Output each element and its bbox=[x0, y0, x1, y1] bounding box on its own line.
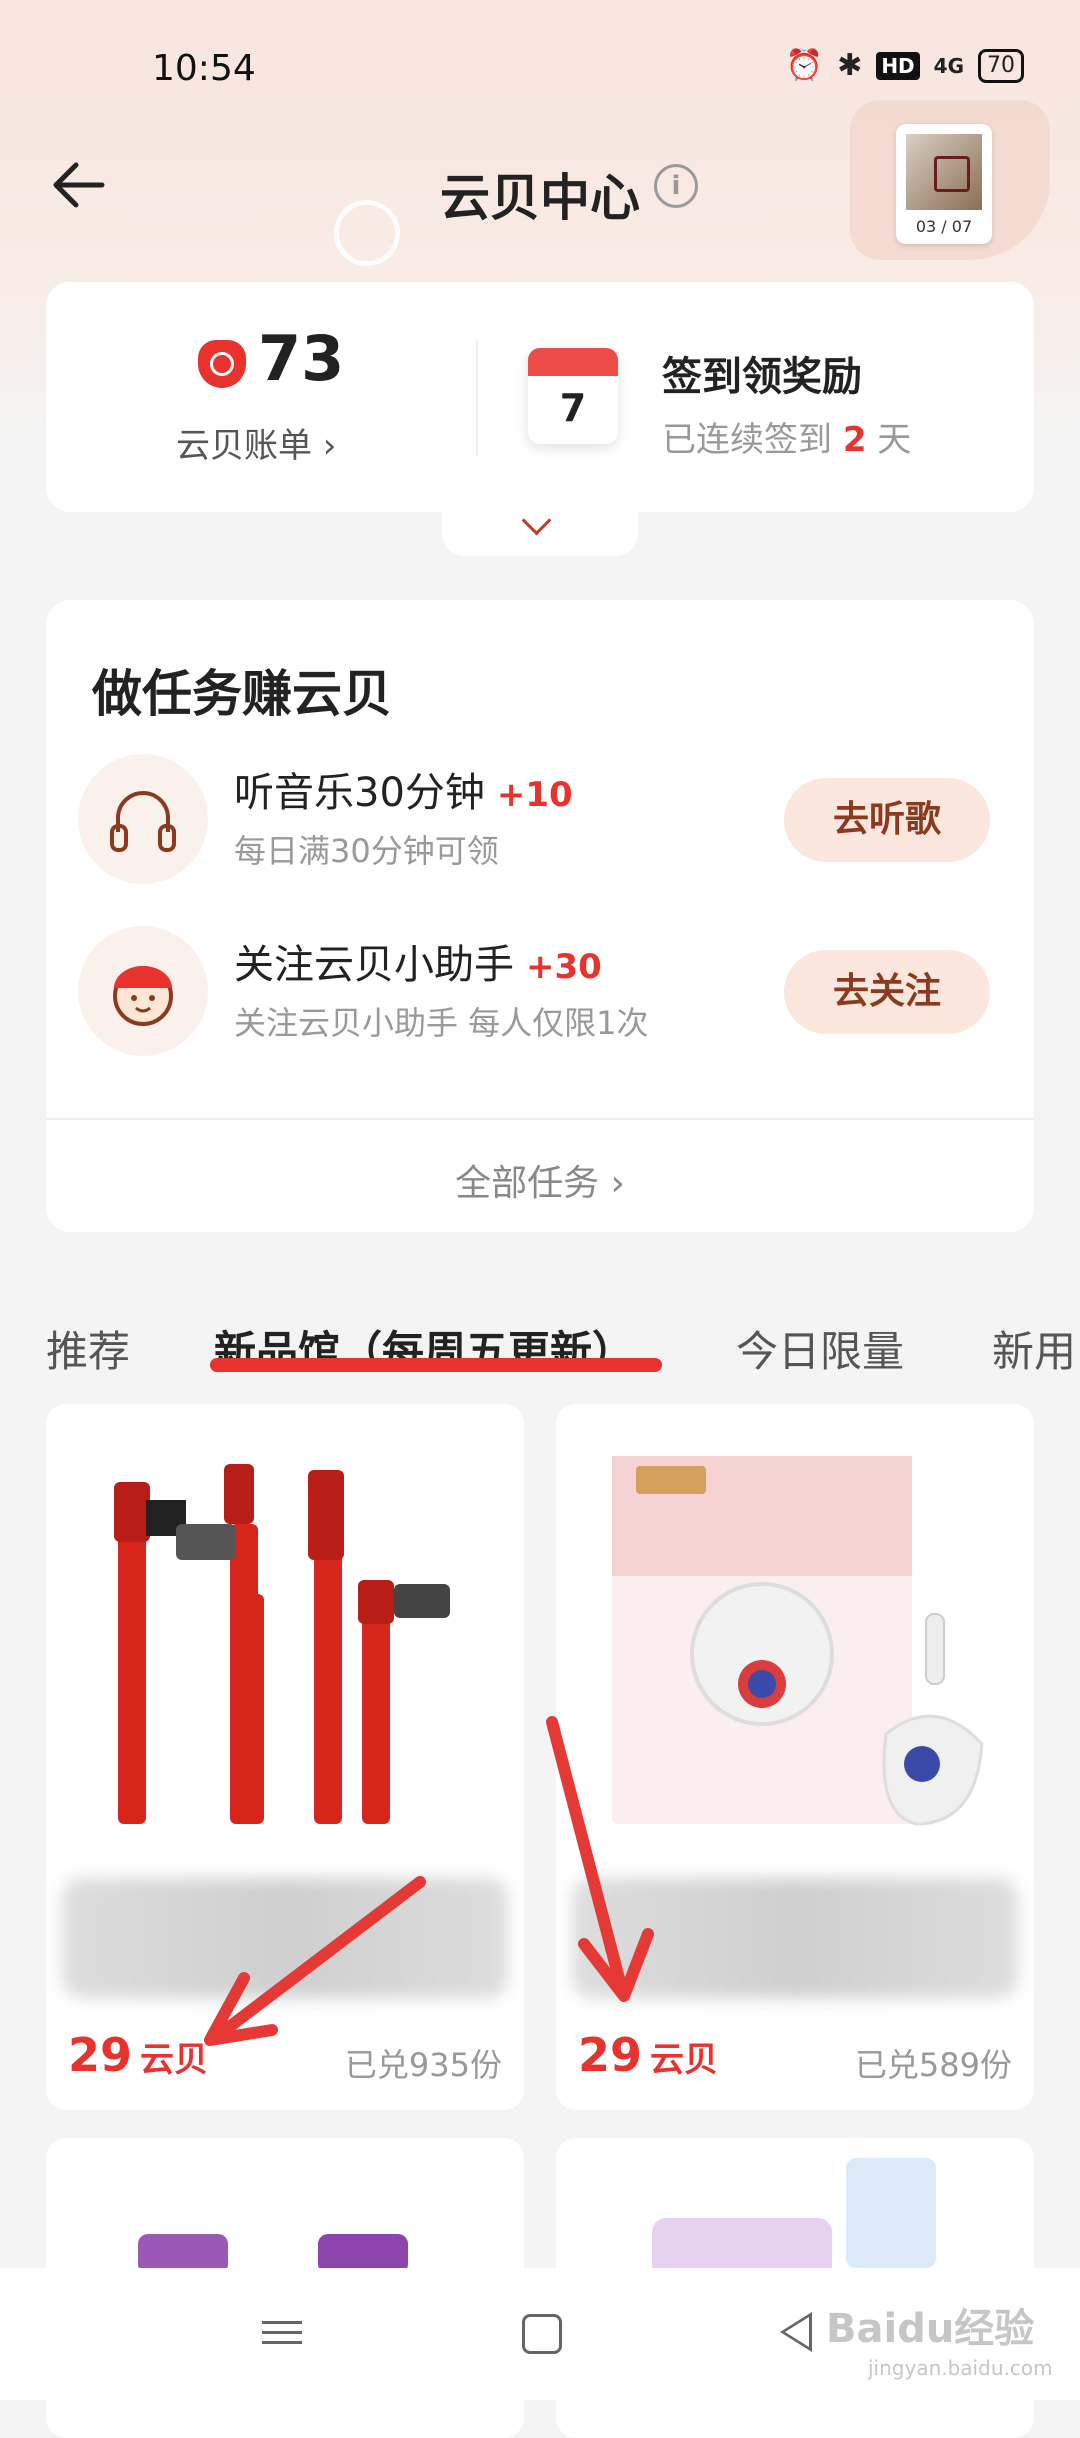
checkin-title[interactable]: 签到领奖励 bbox=[662, 344, 862, 402]
sold-count: 已兑589份 bbox=[854, 2046, 1012, 2084]
alarm-icon: ⏰ bbox=[785, 48, 824, 83]
chevron-down-icon bbox=[521, 505, 552, 536]
all-tasks-link[interactable]: 全部任务 › bbox=[46, 1154, 1034, 1206]
divider bbox=[476, 340, 478, 456]
yunbei-shell-icon bbox=[198, 340, 246, 388]
task-title: 听音乐30分钟 +10 bbox=[234, 770, 573, 816]
top-nav: 云贝中心 i 03 / 07 bbox=[0, 120, 1080, 250]
bluetooth-icon: ✱ bbox=[837, 48, 863, 83]
battery-icon: 70 bbox=[978, 48, 1024, 83]
divider bbox=[46, 1118, 1034, 1120]
balance-value: 73 bbox=[258, 322, 345, 395]
signal-icon: 4G bbox=[933, 53, 964, 78]
red-cable-image bbox=[46, 1404, 524, 1864]
headphones-icon bbox=[78, 754, 208, 884]
status-bar: 10:54 ⏰ ✱ HD 4G 70 bbox=[0, 0, 1080, 110]
task-desc: 关注云贝小助手 每人仅限1次 bbox=[234, 1004, 649, 1042]
mickey-earbuds-image bbox=[556, 1404, 1034, 1864]
blurred-title bbox=[62, 1878, 508, 1998]
menu-icon[interactable] bbox=[262, 2314, 302, 2350]
active-tab-underline bbox=[210, 1358, 662, 1372]
watermark-url: jingyan.baidu.com bbox=[868, 2356, 1053, 2380]
checkin-streak: 已连续签到 2 天 bbox=[662, 420, 912, 460]
expand-button[interactable] bbox=[442, 500, 638, 556]
go-follow-button[interactable]: 去关注 bbox=[784, 950, 990, 1034]
bill-link[interactable]: 云贝账单 › bbox=[176, 418, 336, 467]
task-reward: +30 bbox=[526, 947, 602, 987]
back-triangle-icon[interactable] bbox=[780, 2312, 812, 2352]
task-heading: 做任务赚云贝 bbox=[92, 665, 392, 723]
album-thumbnail[interactable]: 03 / 07 bbox=[896, 124, 992, 244]
calendar-day: 7 bbox=[559, 386, 587, 430]
tab-recommend[interactable]: 推荐 bbox=[46, 1318, 130, 1379]
price: 29 云贝 bbox=[68, 2028, 209, 2082]
task-desc: 每日满30分钟可领 bbox=[234, 832, 499, 870]
summary-card: 73 云贝账单 › 7 签到领奖励 已连续签到 2 天 bbox=[46, 282, 1034, 512]
sold-count: 已兑935份 bbox=[344, 2046, 502, 2084]
assistant-avatar-icon bbox=[78, 926, 208, 1056]
tab-today-limited[interactable]: 今日限量 bbox=[736, 1318, 904, 1379]
price: 29 云贝 bbox=[578, 2028, 719, 2082]
product-card[interactable]: 29 云贝 已兑589份 bbox=[556, 1404, 1034, 2110]
info-icon[interactable]: i bbox=[654, 164, 698, 208]
blurred-title bbox=[572, 1878, 1018, 1998]
checkin-days: 2 bbox=[842, 420, 867, 460]
calendar-icon[interactable]: 7 bbox=[528, 348, 618, 444]
home-icon[interactable] bbox=[522, 2314, 562, 2354]
product-card[interactable]: 29 云贝 已兑935份 bbox=[46, 1404, 524, 2110]
watermark-brand: Baidu经验 bbox=[826, 2306, 1035, 2352]
task-row-listen: 听音乐30分钟 +10 每日满30分钟可领 去听歌 bbox=[46, 750, 1034, 890]
hd-badge: HD bbox=[876, 51, 920, 80]
balance-block[interactable]: 73 云贝账单 › bbox=[46, 282, 476, 512]
tab-new-user[interactable]: 新用 bbox=[992, 1318, 1076, 1379]
task-title: 关注云贝小助手 +30 bbox=[234, 942, 602, 988]
task-card: 做任务赚云贝 听音乐30分钟 +10 每日满30分钟可领 去听歌 关注云贝小助手… bbox=[46, 600, 1034, 1232]
album-art bbox=[906, 134, 982, 210]
status-icons: ⏰ ✱ HD 4G 70 bbox=[786, 48, 1024, 83]
album-count: 03 / 07 bbox=[915, 217, 973, 236]
task-reward: +10 bbox=[496, 775, 573, 815]
status-time: 10:54 bbox=[152, 48, 256, 89]
task-row-follow: 关注云贝小助手 +30 关注云贝小助手 每人仅限1次 去关注 bbox=[46, 922, 1034, 1062]
go-listen-button[interactable]: 去听歌 bbox=[784, 778, 990, 862]
